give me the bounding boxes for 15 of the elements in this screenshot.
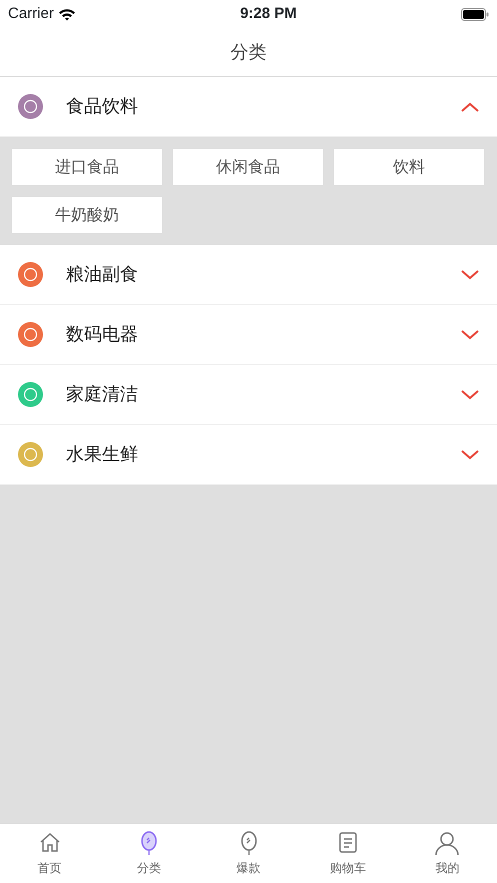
battery-icon (461, 8, 489, 20)
wifi-icon (58, 8, 76, 20)
subcategory-button[interactable]: 进口食品 (12, 149, 162, 185)
carrier-label: Carrier (8, 4, 54, 24)
subcategory-button[interactable]: 牛奶酸奶 (12, 197, 162, 233)
status-time: 9:28 PM (239, 4, 298, 24)
subcategory-button[interactable]: 饮料 (334, 149, 484, 185)
page-title: 分类 (230, 40, 266, 64)
category-row[interactable]: 粮油副食 (0, 245, 497, 305)
category-row[interactable]: 食品饮料 (0, 77, 497, 137)
person-icon (434, 830, 460, 856)
category-row[interactable]: 数码电器 (0, 305, 497, 365)
category-row[interactable]: 家庭清洁 (0, 365, 497, 425)
subcategory-button[interactable]: 休闲食品 (173, 149, 323, 185)
category-row[interactable]: 水果生鲜 (0, 425, 497, 485)
